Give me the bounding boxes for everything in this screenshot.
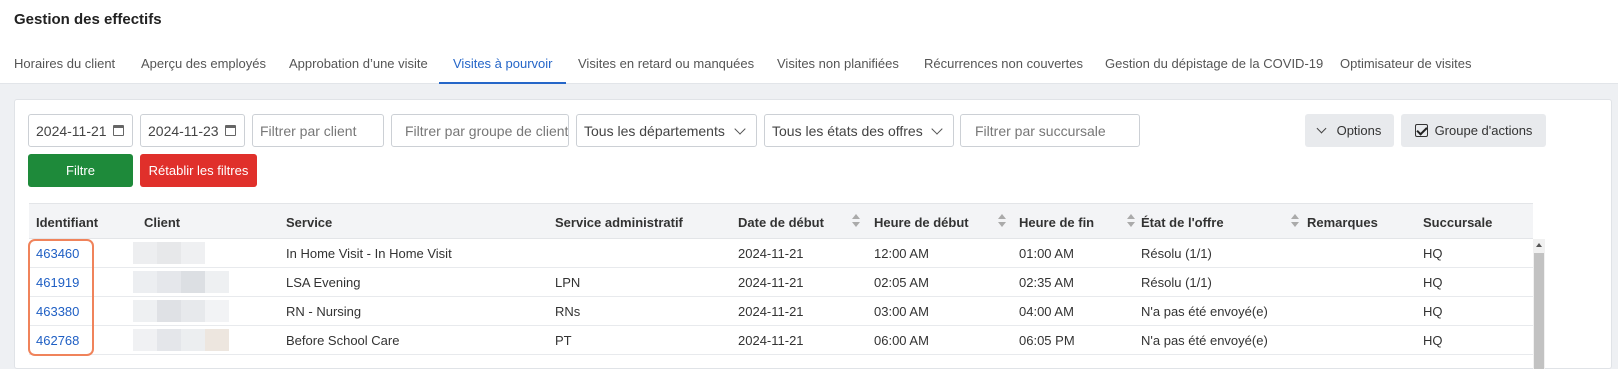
branch-cell: HQ [1423, 333, 1443, 348]
tab-visit-optimizer[interactable]: Optimisateur de visites [1326, 56, 1486, 84]
client-filter-input[interactable]: Filtrer par client [252, 114, 384, 147]
department-select[interactable]: Tous les départements [576, 114, 757, 147]
sort-icon[interactable] [1127, 214, 1135, 228]
tab-visits-to-fill[interactable]: Visites à pourvoir [439, 56, 567, 84]
admin-service-cell: RNs [555, 304, 581, 319]
end-date-value: 2024-11-23 [148, 122, 219, 139]
department-select-value: Tous les départements [584, 122, 725, 139]
tab-late-missed-visits[interactable]: Visites en retard ou manquées [564, 56, 768, 84]
tab-unscheduled-visits[interactable]: Visites non planifiées [763, 56, 913, 84]
start-time-cell: 02:05 AM [874, 275, 929, 290]
tab-visit-approval[interactable]: Approbation d’une visite [275, 56, 442, 84]
scroll-up-arrow-icon[interactable] [1536, 243, 1542, 247]
end-time-cell: 06:05 PM [1019, 333, 1075, 348]
table-scrollbar[interactable] [1533, 239, 1545, 369]
offer-state-cell: N'a pas été envoyé(e) [1141, 333, 1268, 348]
id-column-highlight [28, 239, 94, 356]
client-name-redacted [133, 242, 229, 264]
action-group-label: Groupe d'actions [1434, 123, 1533, 138]
offer-state-select[interactable]: Tous les états des offres [764, 114, 954, 147]
end-time-cell: 04:00 AM [1019, 304, 1074, 319]
table-row[interactable]: 462768 Before School Care PT 2024-11-21 … [29, 326, 1533, 355]
start-date-cell: 2024-11-21 [738, 246, 804, 261]
column-header-remarks[interactable]: Remarques [1307, 215, 1378, 230]
column-header-admin-service[interactable]: Service administratif [555, 215, 683, 230]
column-header-offer-state[interactable]: État de l'offre [1141, 215, 1224, 230]
start-date-cell: 2024-11-21 [738, 304, 804, 319]
column-header-start-date[interactable]: Date de début [738, 215, 824, 230]
sort-icon[interactable] [998, 214, 1006, 228]
table-row[interactable]: 461919 LSA Evening LPN 2024-11-21 02:05 … [29, 268, 1533, 297]
client-name-redacted [133, 300, 229, 322]
service-cell: Before School Care [286, 333, 400, 348]
client-name-redacted [133, 329, 229, 351]
client-group-filter-input[interactable]: Filtrer par groupe de client [391, 114, 569, 147]
reset-filters-button[interactable]: Rétablir les filtres [140, 154, 257, 187]
chevron-down-icon [1316, 123, 1327, 134]
service-cell: RN - Nursing [286, 304, 362, 319]
end-date-input[interactable]: 2024-11-23 [140, 114, 245, 147]
scrollbar-thumb[interactable] [1534, 253, 1544, 369]
sort-icon[interactable] [852, 214, 860, 228]
column-header-service[interactable]: Service [286, 215, 332, 230]
admin-service-cell: PT [555, 333, 572, 348]
start-time-cell: 03:00 AM [874, 304, 929, 319]
offer-state-select-value: Tous les états des offres [772, 122, 923, 139]
calendar-icon[interactable] [113, 125, 124, 136]
chevron-down-icon [734, 123, 746, 135]
offer-state-cell: N'a pas été envoyé(e) [1141, 304, 1268, 319]
branch-cell: HQ [1423, 275, 1443, 290]
table-row[interactable]: 463380 RN - Nursing RNs 2024-11-21 03:00… [29, 297, 1533, 326]
chevron-down-icon [931, 123, 943, 135]
service-cell: LSA Evening [286, 275, 361, 290]
end-time-cell: 02:35 AM [1019, 275, 1074, 290]
offer-state-cell: Résolu (1/1) [1141, 275, 1212, 290]
start-time-cell: 12:00 AM [874, 246, 929, 261]
column-header-id[interactable]: Identifiant [36, 215, 98, 230]
tab-uncovered-recurrences[interactable]: Récurrences non couvertes [910, 56, 1097, 84]
start-date-value: 2024-11-21 [36, 122, 107, 139]
filter-button[interactable]: Filtre [28, 154, 133, 187]
column-header-start-time[interactable]: Heure de début [874, 215, 969, 230]
start-date-cell: 2024-11-21 [738, 275, 804, 290]
branch-cell: HQ [1423, 246, 1443, 261]
visits-panel: 2024-11-21 2024-11-23 Filtrer par client… [14, 99, 1612, 369]
column-header-branch[interactable]: Succursale [1423, 215, 1492, 230]
action-group-toggle[interactable]: Groupe d'actions [1401, 114, 1546, 147]
sort-icon[interactable] [1291, 214, 1299, 228]
calendar-icon[interactable] [225, 125, 236, 136]
checkbox-icon[interactable] [1414, 124, 1428, 137]
tab-covid-screening[interactable]: Gestion du dépistage de la COVID-19 [1091, 56, 1337, 84]
column-header-end-time[interactable]: Heure de fin [1019, 215, 1094, 230]
tab-employee-overview[interactable]: Aperçu des employés [127, 56, 280, 84]
service-cell: In Home Visit - In Home Visit [286, 246, 452, 261]
branch-filter-input[interactable]: Filtrer par succursale [960, 114, 1140, 147]
offer-state-cell: Résolu (1/1) [1141, 246, 1212, 261]
table-row[interactable]: 463460 In Home Visit - In Home Visit 202… [29, 239, 1533, 268]
start-time-cell: 06:00 AM [874, 333, 929, 348]
header-bar: Gestion des effectifs Horaires du client… [0, 0, 1618, 84]
admin-service-cell: LPN [555, 275, 581, 290]
start-date-input[interactable]: 2024-11-21 [28, 114, 133, 147]
page-title: Gestion des effectifs [14, 11, 162, 28]
options-button-label: Options [1336, 123, 1382, 138]
client-name-redacted [133, 271, 229, 293]
start-date-cell: 2024-11-21 [738, 333, 804, 348]
tab-client-schedules[interactable]: Horaires du client [0, 56, 129, 84]
end-time-cell: 01:00 AM [1019, 246, 1074, 261]
table-header: Identifiant Client Service Service admin… [29, 203, 1533, 239]
options-button[interactable]: Options [1305, 114, 1394, 147]
branch-cell: HQ [1423, 304, 1443, 319]
column-header-client[interactable]: Client [144, 215, 180, 230]
